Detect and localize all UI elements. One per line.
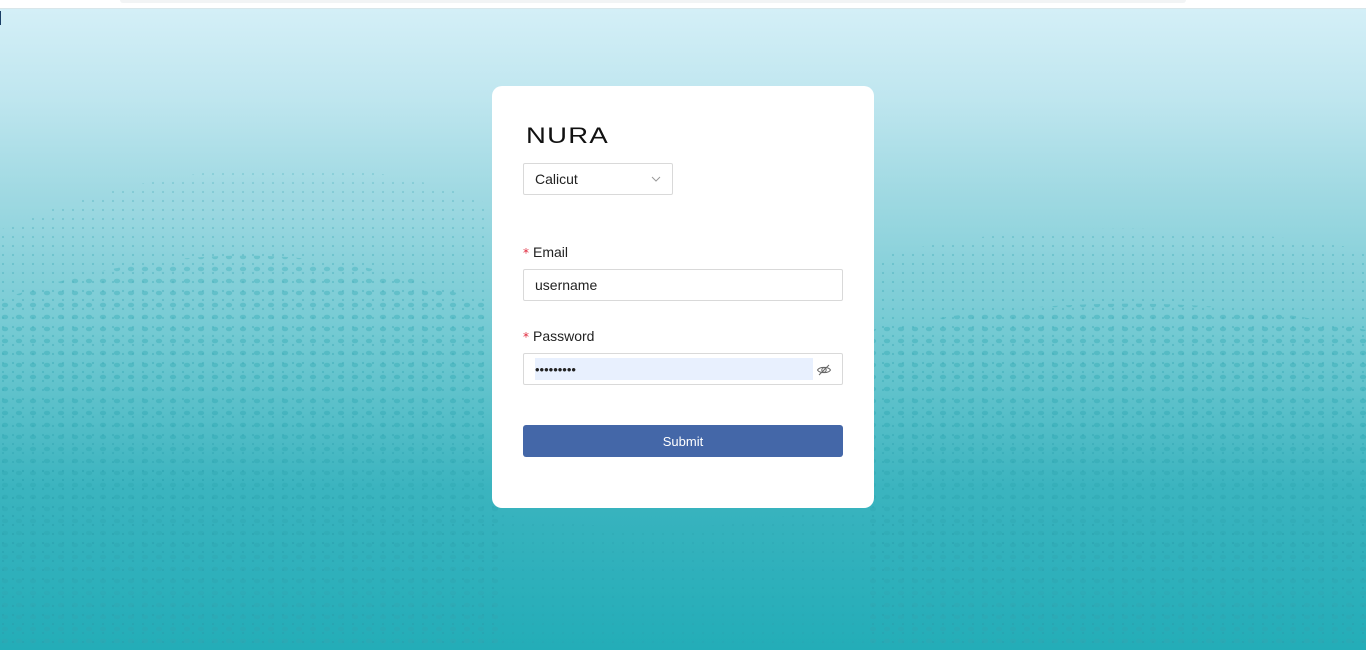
login-page: NURA Calicut * Email username * Password •…	[0, 0, 1366, 650]
email-field[interactable]: username	[523, 269, 843, 301]
login-card: NURA Calicut * Email username * Password •…	[492, 86, 874, 508]
email-field-value: username	[535, 277, 598, 293]
email-label: * Email	[523, 244, 568, 260]
password-label-text: Password	[533, 328, 595, 344]
brand-logo: NURA	[526, 123, 609, 148]
location-select[interactable]: Calicut	[523, 163, 673, 195]
eye-off-icon[interactable]	[816, 362, 832, 378]
chevron-down-icon	[651, 176, 661, 182]
password-label: * Password	[523, 328, 594, 344]
password-field[interactable]: •••••••••	[523, 353, 843, 385]
email-label-text: Email	[533, 244, 569, 260]
required-mark: *	[523, 246, 529, 260]
location-select-value: Calicut	[535, 171, 578, 187]
required-mark: *	[523, 330, 529, 344]
password-field-value: •••••••••	[535, 358, 813, 380]
submit-button[interactable]: Submit	[523, 425, 843, 457]
